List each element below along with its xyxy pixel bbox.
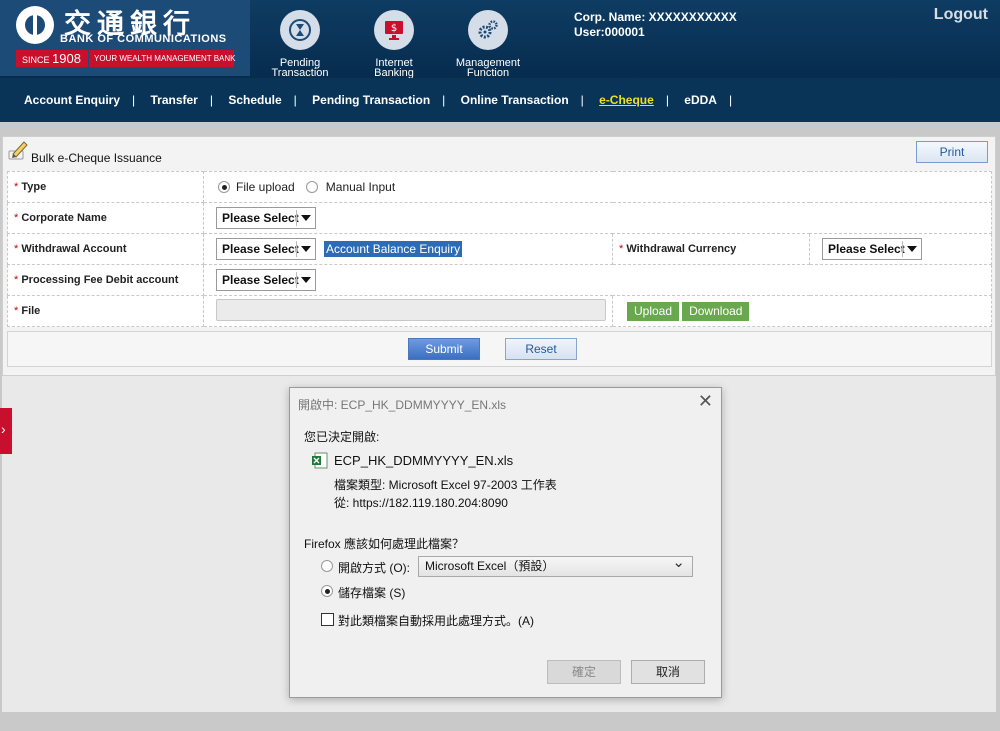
withdrawal-currency-label: Withdrawal Currency [626, 243, 737, 255]
open-with-radio[interactable] [321, 560, 333, 572]
withdrawal-label-cell: * Withdrawal Account [7, 233, 204, 265]
dialog-question: Firefox 應該如何處理此檔案？ [304, 537, 465, 551]
page-title: Bulk e-Cheque Issuance [31, 151, 162, 165]
nav-e-cheque[interactable]: e-Cheque [599, 78, 654, 122]
dialog-filename: ECP_HK_DDMMYYYY_EN.xls [334, 453, 514, 468]
nav-edda[interactable]: eDDA [684, 78, 717, 122]
form-row-type: * Type File upload Manual Input [7, 171, 992, 203]
file-upload-label[interactable]: File upload [236, 180, 295, 194]
withdrawal-account-label: Withdrawal Account [21, 243, 127, 255]
monitor-dollar-icon: $ [374, 10, 414, 50]
edit-pencil-icon [8, 141, 28, 160]
type-options-cell: File upload Manual Input [203, 171, 992, 203]
withdrawal-select-cell: Please Select Account Balance Enquiry [203, 233, 613, 265]
corporate-name-select[interactable]: Please Select [216, 207, 316, 229]
reset-button[interactable]: Reset [505, 338, 577, 360]
nav-separator: | [293, 93, 297, 107]
pending-transaction-button[interactable]: Pending Transaction [255, 10, 345, 79]
file-label: File [21, 305, 41, 317]
corporate-label-cell: * Corporate Name [7, 202, 204, 234]
type-label: Type [21, 181, 47, 193]
manual-input-radio[interactable] [305, 181, 318, 193]
open-with-label[interactable]: 開啟方式 (O): [338, 559, 410, 576]
user-id: User:000001 [574, 25, 645, 39]
save-file-label[interactable]: 儲存檔案 (S) [338, 584, 405, 601]
form-actions: Submit Reset [7, 331, 992, 367]
currency-select-cell: Please Select [809, 233, 992, 265]
processing-fee-select[interactable]: Please Select [216, 269, 316, 291]
nav-separator: | [665, 93, 669, 107]
dialog-decided-text: 您已決定開啟: [304, 430, 380, 444]
fee-label-cell: * Processing Fee Debit account [7, 264, 204, 296]
open-with-select[interactable]: Microsoft Excel（預設） [418, 553, 693, 577]
close-icon[interactable]: ✕ [698, 392, 713, 410]
file-input-cell [203, 295, 613, 327]
hourglass-icon [280, 10, 320, 50]
form-row-withdrawal: * Withdrawal Account Please Select Accoun… [7, 233, 992, 265]
dialog-title: 開啟中: ECP_HK_DDMMYYYY_EN.xls [298, 398, 507, 412]
logo-tagline: YOUR WEALTH MANAGEMENT BANK [89, 50, 236, 67]
corporate-name-label: Corporate Name [21, 212, 107, 224]
currency-label-cell: * Withdrawal Currency [612, 233, 810, 265]
pending-transaction-label-2: Transaction [271, 67, 329, 79]
nav-separator: | [728, 93, 733, 107]
account-balance-enquiry-link[interactable]: Account Balance Enquiry [324, 241, 463, 257]
main-nav: Account Enquiry | Transfer | Schedule | Pen… [0, 78, 1000, 122]
logout-link[interactable]: Logout [934, 6, 988, 24]
dialog-source: 從: https://182.119.180.204:8090 [334, 496, 508, 510]
nav-separator: | [580, 93, 584, 107]
internet-banking-label-2: Banking [374, 67, 414, 79]
file-upload-radio[interactable] [218, 181, 230, 193]
internet-banking-button[interactable]: $ Internet Banking [349, 10, 439, 79]
nav-separator: | [209, 93, 213, 107]
nav-account-enquiry[interactable]: Account Enquiry [24, 78, 120, 122]
file-path-input[interactable] [216, 298, 606, 321]
corporate-select-cell: Please Select [203, 202, 992, 234]
print-button[interactable]: Print [916, 141, 988, 163]
download-button[interactable]: Download [682, 301, 750, 321]
auto-handle-label[interactable]: 對此類檔案自動採用此處理方式。(A) [338, 612, 534, 629]
bank-logo[interactable]: 交通銀行 BANK OF COMMUNICATIONS SINCE 1908 Y… [0, 0, 250, 76]
form-row-file: * File Upload Download [7, 295, 992, 327]
form-row-corporate: * Corporate Name Please Select [7, 202, 992, 234]
file-open-dialog: 開啟中: ECP_HK_DDMMYYYY_EN.xls ✕ 您已決定開啟: EC… [289, 387, 722, 698]
management-function-button[interactable]: Management Function [443, 10, 533, 79]
logo-english-name: BANK OF COMMUNICATIONS [60, 33, 227, 45]
save-file-radio[interactable] [321, 585, 333, 597]
fee-select-cell: Please Select [203, 264, 992, 296]
user-info: Corp. Name: XXXXXXXXXXX User:000001 [574, 10, 737, 40]
bulk-e-cheque-panel: Bulk e-Cheque Issuance Print * Type File… [2, 136, 996, 376]
management-function-label-2: Function [466, 67, 510, 79]
since-badge: SINCE 1908 [16, 50, 88, 67]
withdrawal-currency-select[interactable]: Please Select [822, 238, 922, 260]
submit-button[interactable]: Submit [408, 338, 480, 360]
auto-handle-checkbox[interactable] [321, 613, 334, 626]
form-row-processing-fee: * Processing Fee Debit account Please Se… [7, 264, 992, 296]
withdrawal-account-select[interactable]: Please Select [216, 238, 316, 260]
type-label-cell: * Type [7, 171, 204, 203]
ok-button[interactable]: 確定 [547, 660, 621, 684]
nav-online-transaction[interactable]: Online Transaction [461, 78, 569, 122]
bank-emblem-icon [16, 6, 54, 44]
svg-text:$: $ [391, 23, 397, 34]
excel-file-icon [312, 452, 328, 469]
file-label-cell: * File [7, 295, 204, 327]
gears-icon [468, 10, 508, 50]
chevron-right-icon: › [1, 421, 6, 437]
side-panel-toggle[interactable]: › [0, 408, 12, 454]
app-header: 交通銀行 BANK OF COMMUNICATIONS SINCE 1908 Y… [0, 0, 1000, 79]
dialog-file-type: 檔案類型: Microsoft Excel 97-2003 工作表 [334, 478, 557, 492]
corp-name: Corp. Name: XXXXXXXXXXX [574, 10, 737, 24]
upload-button[interactable]: Upload [627, 301, 680, 321]
processing-fee-label: Processing Fee Debit account [21, 274, 179, 286]
file-buttons-cell: Upload Download [612, 295, 992, 327]
nav-pending-transaction[interactable]: Pending Transaction [312, 78, 430, 122]
cancel-button[interactable]: 取消 [631, 660, 705, 684]
manual-input-label[interactable]: Manual Input [326, 180, 395, 194]
nav-separator: | [442, 93, 446, 107]
issuance-form: * Type File upload Manual Input * Corpor… [7, 171, 992, 327]
nav-separator: | [132, 93, 136, 107]
nav-schedule[interactable]: Schedule [228, 78, 281, 122]
nav-transfer[interactable]: Transfer [150, 78, 197, 122]
